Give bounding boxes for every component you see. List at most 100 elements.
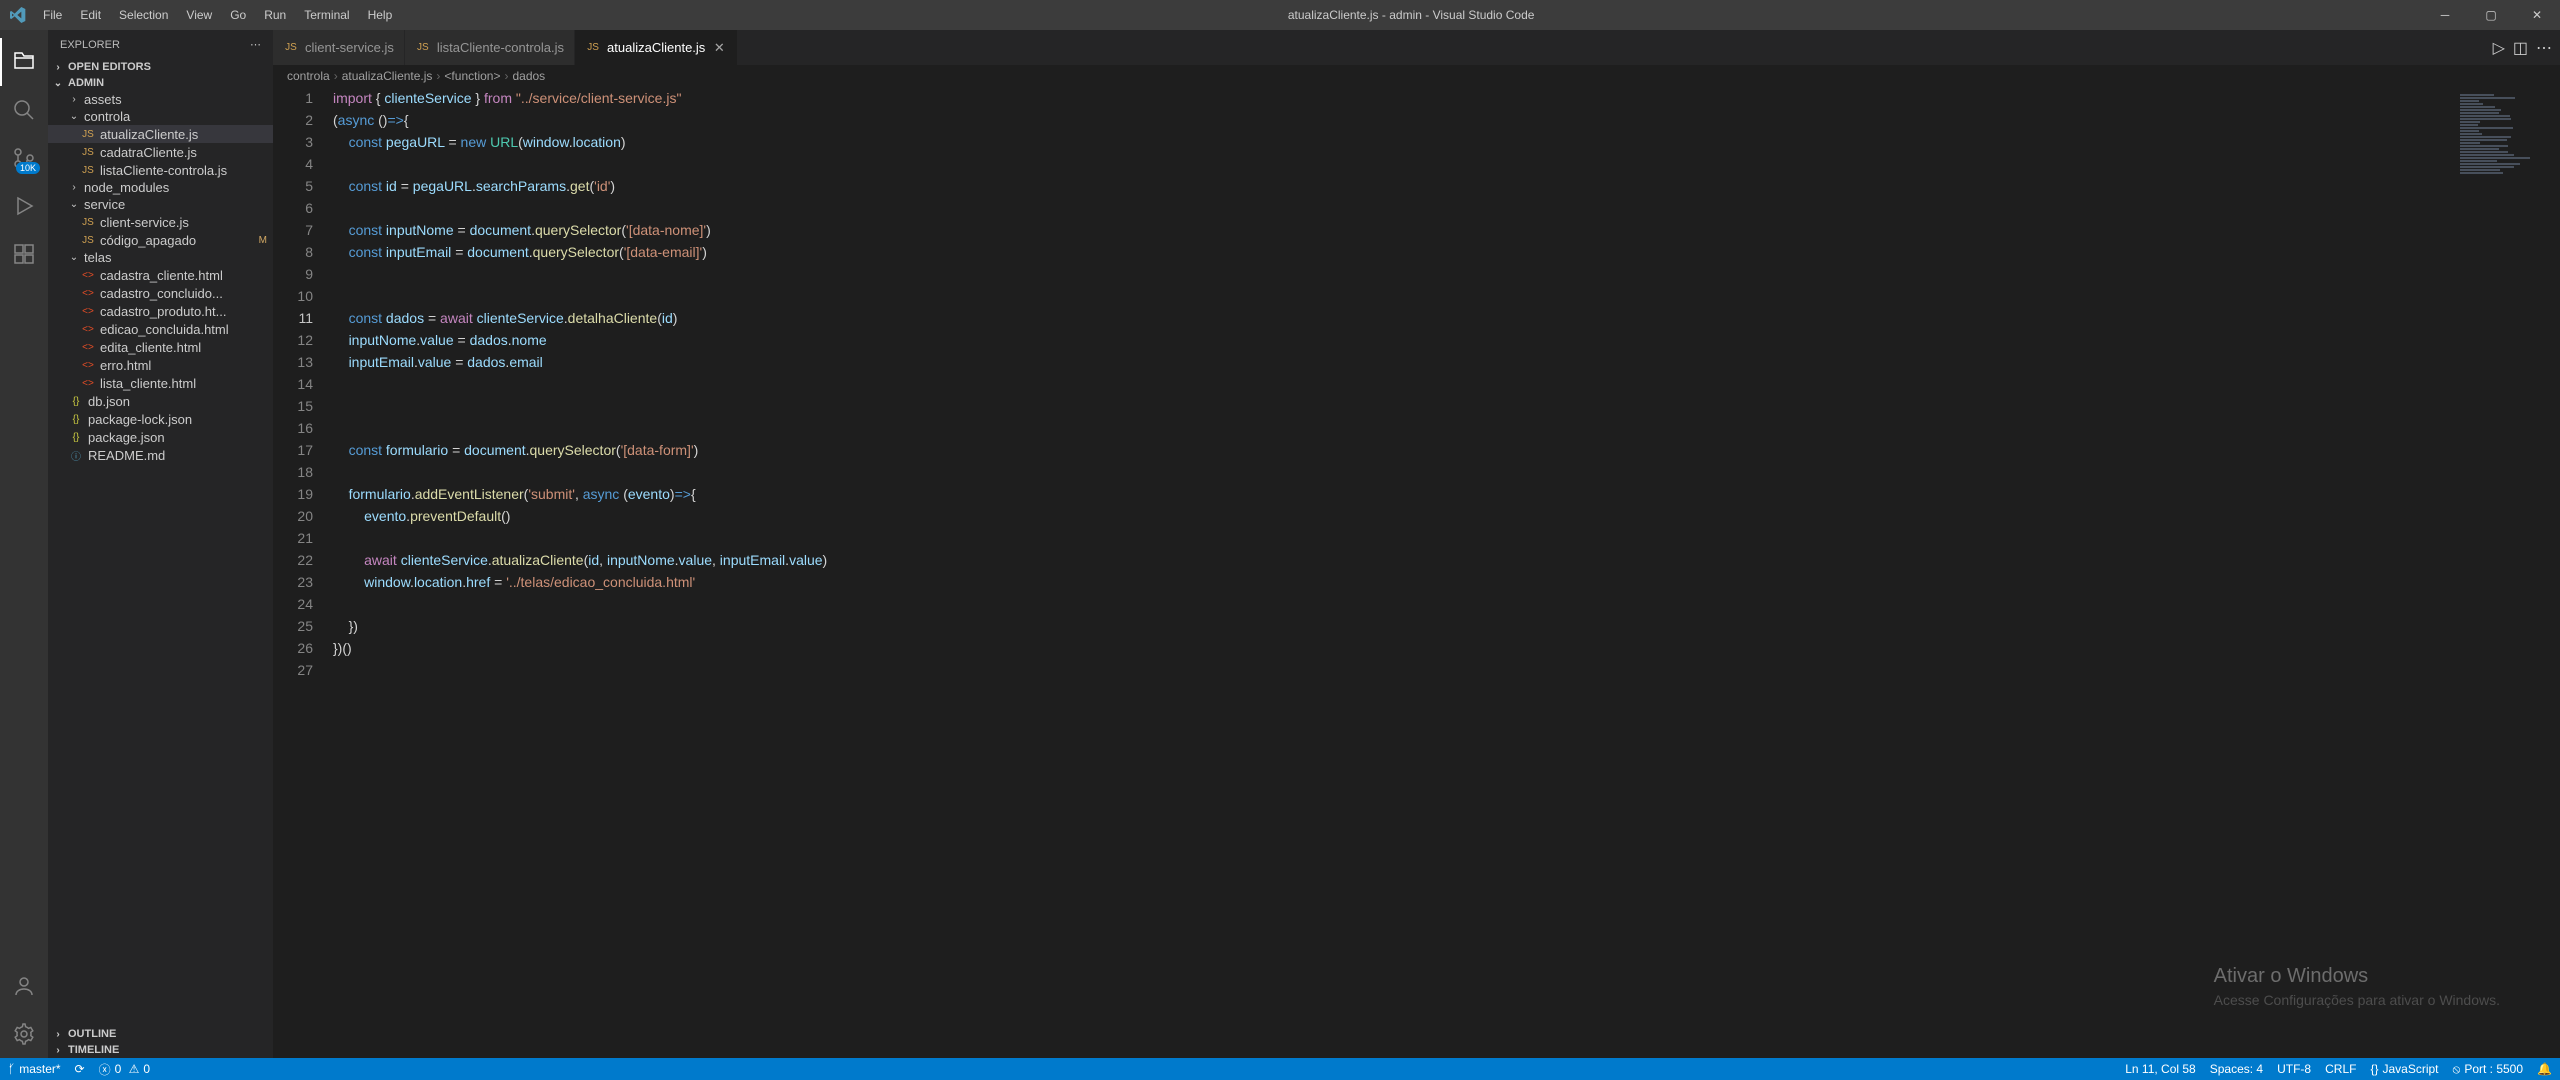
breadcrumb[interactable]: controla›atualizaCliente.js›<function>›d… [273, 65, 2560, 87]
maximize-button[interactable]: ▢ [2468, 0, 2514, 30]
tree-item-label: edicao_concluida.html [100, 322, 229, 337]
breadcrumb-segment[interactable]: atualizaCliente.js [342, 69, 433, 83]
tree-item-código_apagado[interactable]: JScódigo_apagadoM [48, 231, 273, 249]
cursor-position[interactable]: Ln 11, Col 58 [2125, 1062, 2196, 1076]
menu-go[interactable]: Go [222, 4, 254, 26]
js-file-icon: JS [585, 40, 601, 56]
close-button[interactable]: ✕ [2514, 0, 2560, 30]
sidebar: EXPLORER ⋯ ›OPEN EDITORS ⌄ADMIN ›assets⌄… [48, 30, 273, 1058]
tree-item-label: node_modules [84, 180, 169, 195]
file-icon: JS [80, 162, 96, 178]
tree-item-label: package.json [88, 430, 165, 445]
indentation[interactable]: Spaces: 4 [2210, 1062, 2263, 1076]
source-control-icon[interactable]: 10K [0, 134, 48, 182]
tree-item-listaCliente-controla.js[interactable]: JS listaCliente-controla.js [48, 161, 273, 179]
problems[interactable]: ⓧ 0 ⚠ 0 [99, 1061, 150, 1078]
tree-item-atualizaCliente.js[interactable]: JS atualizaCliente.js [48, 125, 273, 143]
extensions-icon[interactable] [0, 230, 48, 278]
tree-item-assets[interactable]: ›assets [48, 91, 273, 108]
tree-item-telas[interactable]: ⌄telas [48, 249, 273, 266]
file-icon: <> [80, 339, 96, 355]
tree-item-client-service.js[interactable]: JSclient-service.js [48, 213, 273, 231]
project-section[interactable]: ⌄ADMIN [48, 75, 273, 91]
window-controls: ─ ▢ ✕ [2422, 0, 2560, 30]
tree-item-cadatraCliente.js[interactable]: JScadatraCliente.js [48, 143, 273, 161]
search-icon[interactable] [0, 86, 48, 134]
tree-item-cadastro_concluido...[interactable]: <>cadastro_concluido... [48, 284, 273, 302]
tree-item-label: listaCliente-controla.js [100, 163, 227, 178]
tree-item-db.json[interactable]: {}db.json [48, 392, 273, 410]
breadcrumb-segment[interactable]: dados [512, 69, 545, 83]
breadcrumb-segment[interactable]: controla [287, 69, 330, 83]
run-icon[interactable]: ▷ [2493, 38, 2505, 58]
tree-item-controla[interactable]: ⌄controla [48, 108, 273, 125]
tree-item-edicao_concluida.html[interactable]: <>edicao_concluida.html [48, 320, 273, 338]
eol[interactable]: CRLF [2325, 1062, 2356, 1076]
tree-item-service[interactable]: ⌄service [48, 196, 273, 213]
tree-item-edita_cliente.html[interactable]: <>edita_cliente.html [48, 338, 273, 356]
tree-item-lista_cliente.html[interactable]: <>lista_cliente.html [48, 374, 273, 392]
menu-view[interactable]: View [178, 4, 220, 26]
js-file-icon: JS [283, 40, 299, 56]
explorer-icon[interactable] [0, 38, 48, 86]
minimize-button[interactable]: ─ [2422, 0, 2468, 30]
file-icon: JS [80, 232, 96, 248]
tree-item-package-lock.json[interactable]: {}package-lock.json [48, 410, 273, 428]
file-icon: <> [80, 357, 96, 373]
settings-gear-icon[interactable] [0, 1010, 48, 1058]
outline-section[interactable]: ›OUTLINE [48, 1026, 273, 1042]
titlebar: FileEditSelectionViewGoRunTerminalHelp a… [0, 0, 2560, 30]
tree-item-label: erro.html [100, 358, 151, 373]
minimap[interactable] [2456, 93, 2546, 233]
tree-item-label: lista_cliente.html [100, 376, 196, 391]
file-icon: {} [68, 411, 84, 427]
more-icon[interactable]: ⋯ [250, 38, 261, 51]
file-icon: JS [80, 126, 96, 142]
tree-item-erro.html[interactable]: <> erro.html [48, 356, 273, 374]
tree-item-label: cadastra_cliente.html [100, 268, 223, 283]
menu-run[interactable]: Run [256, 4, 294, 26]
menu-help[interactable]: Help [360, 4, 401, 26]
file-icon: <> [80, 285, 96, 301]
code-view[interactable]: import { clienteService } from "../servi… [333, 87, 2560, 1058]
timeline-section[interactable]: ›TIMELINE [48, 1042, 273, 1058]
breadcrumb-segment[interactable]: <function> [444, 69, 500, 83]
open-editors-section[interactable]: ›OPEN EDITORS [48, 59, 273, 75]
more-actions-icon[interactable]: ⋯ [2536, 38, 2552, 58]
menu-file[interactable]: File [35, 4, 70, 26]
js-file-icon: JS [415, 40, 431, 56]
statusbar: ᚶ master* ⟳ ⓧ 0 ⚠ 0 Ln 11, Col 58 Spaces… [0, 1058, 2560, 1080]
encoding[interactable]: UTF-8 [2277, 1062, 2311, 1076]
tree-item-node_modules[interactable]: ›node_modules [48, 179, 273, 196]
sync-icon[interactable]: ⟳ [75, 1062, 85, 1076]
accounts-icon[interactable] [0, 962, 48, 1010]
windows-activation-watermark: Ativar o Windows Acesse Configurações pa… [2214, 965, 2500, 1008]
editor-content[interactable]: 1234567891011121314151617181920212223242… [273, 87, 2560, 1058]
tree-item-README.md[interactable]: ⓘREADME.md [48, 446, 273, 464]
chevron-icon: ⌄ [68, 252, 80, 263]
tab-client-service.js[interactable]: JSclient-service.js [273, 30, 405, 65]
run-debug-icon[interactable] [0, 182, 48, 230]
file-icon: JS [80, 144, 96, 160]
menu-selection[interactable]: Selection [111, 4, 176, 26]
live-server-port[interactable]: ⦸ Port : 5500 [2453, 1062, 2524, 1077]
tree-item-label: client-service.js [100, 215, 189, 230]
tab-listaCliente-controla.js[interactable]: JSlistaCliente-controla.js [405, 30, 575, 65]
tree-item-label: README.md [88, 448, 165, 463]
tree-item-package.json[interactable]: {}package.json [48, 428, 273, 446]
tree-item-label: atualizaCliente.js [100, 127, 198, 142]
file-icon: <> [80, 303, 96, 319]
tree-item-cadastra_cliente.html[interactable]: <> cadastra_cliente.html [48, 266, 273, 284]
window-title: atualizaCliente.js - admin - Visual Stud… [400, 8, 2422, 22]
menu-terminal[interactable]: Terminal [296, 4, 357, 26]
notifications-icon[interactable]: 🔔 [2537, 1062, 2552, 1076]
chevron-icon: › [68, 94, 80, 105]
split-editor-icon[interactable]: ◫ [2513, 38, 2528, 58]
tree-item-cadastro_produto.ht...[interactable]: <>cadastro_produto.ht... [48, 302, 273, 320]
tab-atualizaCliente.js[interactable]: JSatualizaCliente.js✕ [575, 30, 738, 65]
file-icon: <> [80, 267, 96, 283]
menu-edit[interactable]: Edit [72, 4, 109, 26]
git-branch[interactable]: ᚶ master* [8, 1062, 61, 1076]
language-mode[interactable]: {} JavaScript [2370, 1062, 2438, 1076]
tab-close-icon[interactable]: ✕ [711, 40, 727, 56]
